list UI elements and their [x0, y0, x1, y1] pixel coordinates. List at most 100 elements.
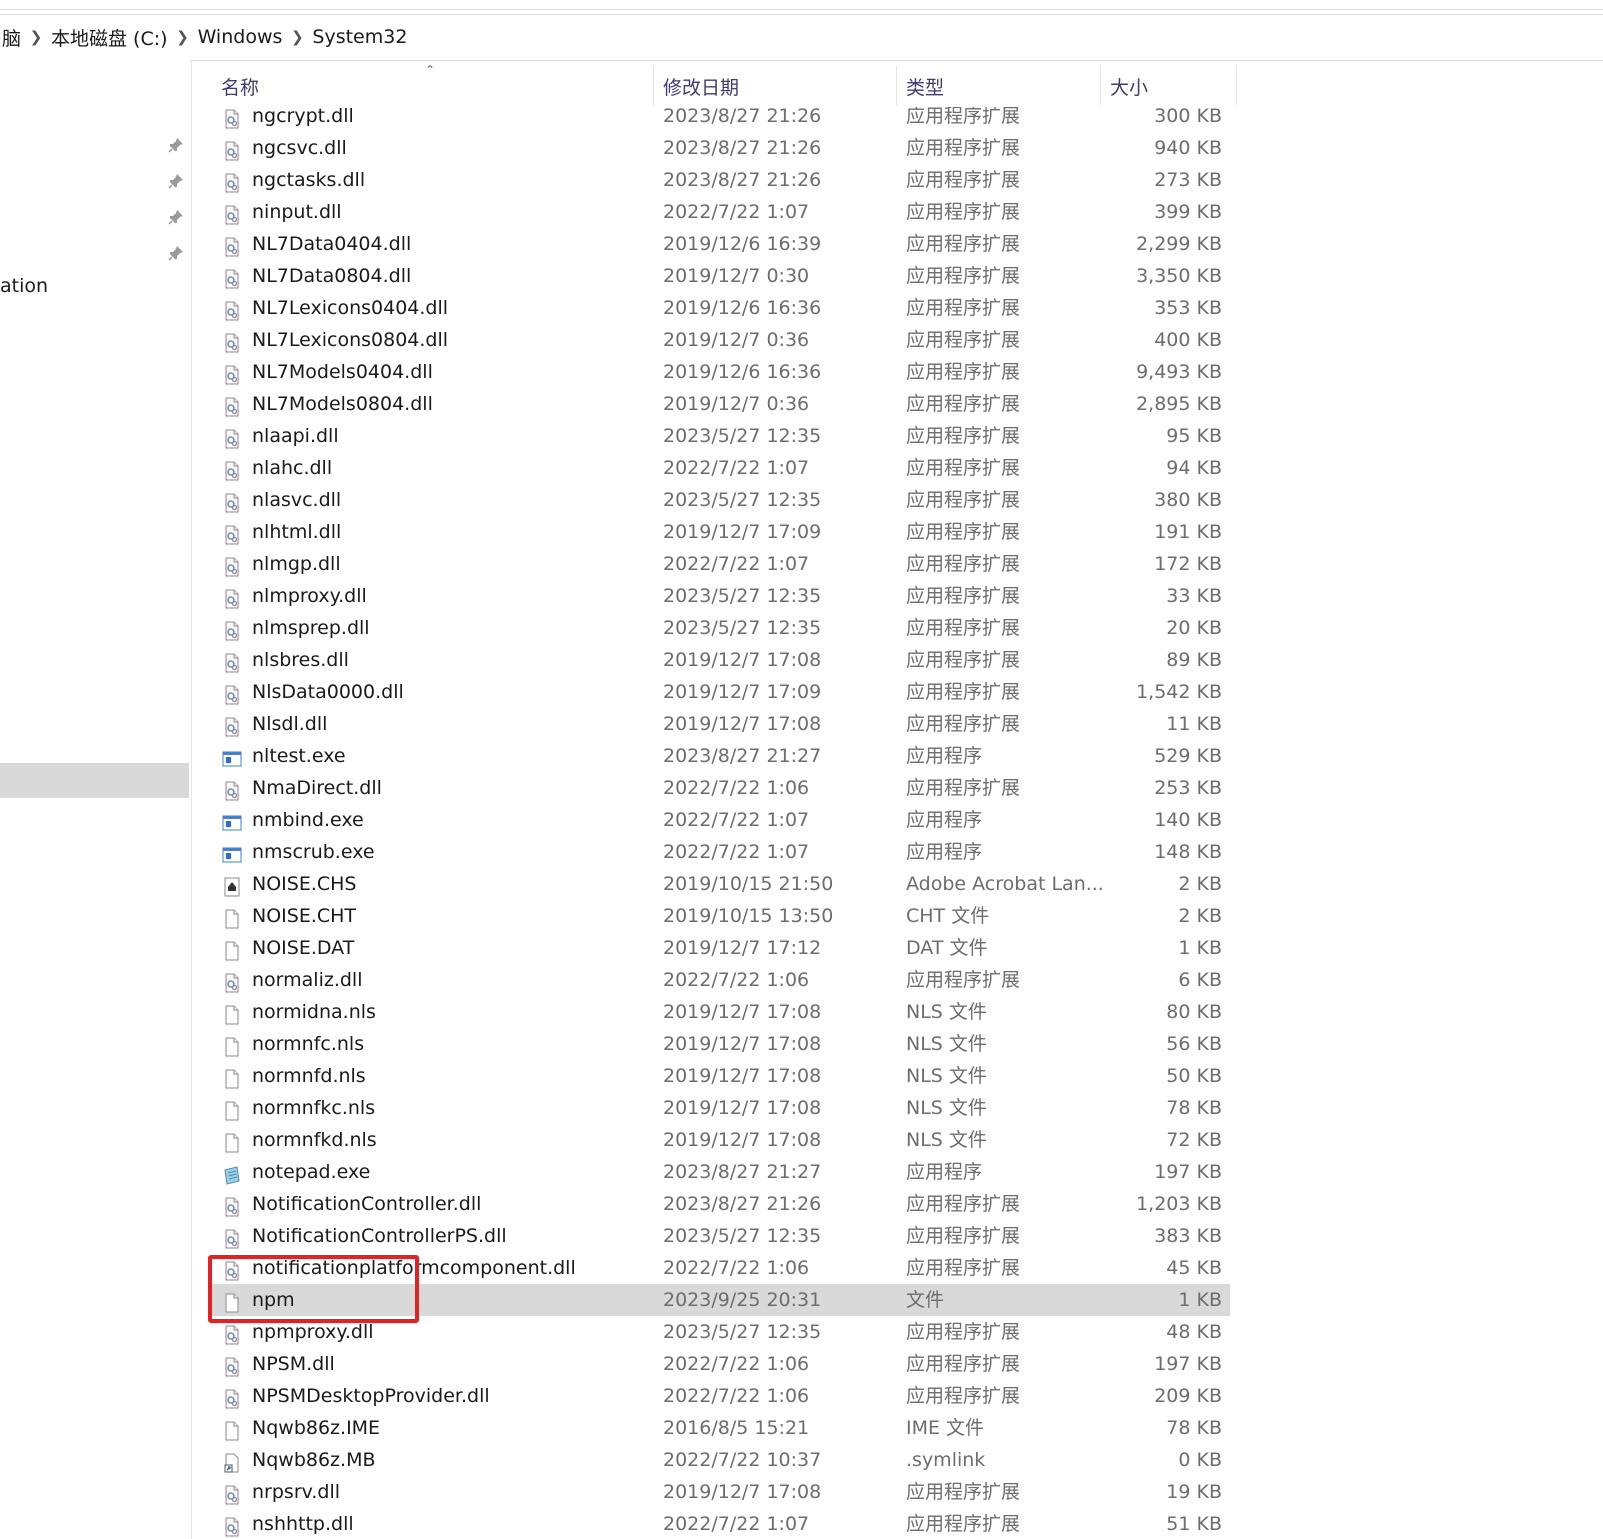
nav-item-selected[interactable] [0, 763, 189, 798]
file-type: 应用程序 [906, 841, 983, 863]
file-size: 209 KB [1154, 1385, 1222, 1407]
file-name: normaliz.dll [252, 969, 363, 991]
file-name: NPSM.dll [252, 1353, 335, 1375]
file-icon [222, 907, 242, 929]
file-icon [222, 1131, 242, 1153]
file-row[interactable]: NOISE.CHT 2019/10/15 13:50 CHT 文件 2 KB [210, 900, 1230, 932]
file-row[interactable]: normnfd.nls 2019/12/7 17:08 NLS 文件 50 KB [210, 1060, 1230, 1092]
file-row[interactable]: NlsData0000.dll 2019/12/7 17:09 应用程序扩展 1,54… [210, 676, 1230, 708]
pin-icon[interactable] [167, 172, 185, 190]
dll-icon [222, 971, 242, 993]
file-name: nlmsprep.dll [252, 617, 370, 639]
dll-icon [222, 619, 242, 641]
file-row[interactable]: nlmgp.dll 2022/7/22 1:07 应用程序扩展 172 KB [210, 548, 1230, 580]
file-type: 应用程序扩展 [906, 329, 1021, 351]
column-divider[interactable] [1100, 66, 1101, 106]
file-row[interactable]: NotificationController.dll 2023/8/27 21:2… [210, 1188, 1230, 1220]
chevron-right-icon[interactable]: ❯ [170, 28, 196, 46]
file-name: nltest.exe [252, 745, 346, 767]
file-size: 19 KB [1166, 1481, 1222, 1503]
file-row[interactable]: ngcsvc.dll 2023/8/27 21:26 应用程序扩展 940 KB [210, 132, 1230, 164]
exe-icon [222, 747, 242, 767]
column-divider[interactable] [1236, 66, 1237, 106]
breadcrumb-item-this-pc[interactable]: 脑 [0, 24, 23, 51]
file-row[interactable]: nlmproxy.dll 2023/5/27 12:35 应用程序扩展 33 KB [210, 580, 1230, 612]
file-row[interactable]: nlasvc.dll 2023/5/27 12:35 应用程序扩展 380 KB [210, 484, 1230, 516]
file-row[interactable]: notepad.exe 2023/8/27 21:27 应用程序 197 KB [210, 1156, 1230, 1188]
file-size: 45 KB [1166, 1257, 1222, 1279]
file-modified-date: 2022/7/22 10:37 [663, 1449, 822, 1471]
file-modified-date: 2023/5/27 12:35 [663, 1321, 822, 1343]
chevron-right-icon[interactable]: ❯ [23, 28, 49, 46]
file-row[interactable]: ninput.dll 2022/7/22 1:07 应用程序扩展 399 KB [210, 196, 1230, 228]
dll-icon [222, 267, 242, 289]
file-row[interactable]: nlhtml.dll 2019/12/7 17:09 应用程序扩展 191 KB [210, 516, 1230, 548]
pane-divider[interactable] [191, 60, 192, 1539]
file-row[interactable]: normidna.nls 2019/12/7 17:08 NLS 文件 80 KB [210, 996, 1230, 1028]
file-size: 197 KB [1154, 1161, 1222, 1183]
column-header-type[interactable]: 类型 [906, 66, 944, 106]
file-type: 应用程序扩展 [906, 361, 1021, 383]
file-row[interactable]: NmaDirect.dll 2022/7/22 1:06 应用程序扩展 253 KB [210, 772, 1230, 804]
column-divider[interactable] [653, 66, 654, 106]
file-row[interactable]: nlmsprep.dll 2023/5/27 12:35 应用程序扩展 20 KB [210, 612, 1230, 644]
file-name: nmbind.exe [252, 809, 364, 831]
file-row[interactable]: NL7Lexicons0404.dll 2019/12/6 16:36 应用程序扩展… [210, 292, 1230, 324]
file-row[interactable]: normnfc.nls 2019/12/7 17:08 NLS 文件 56 KB [210, 1028, 1230, 1060]
file-row[interactable]: NL7Models0804.dll 2019/12/7 0:36 应用程序扩展 2,8… [210, 388, 1230, 420]
file-row[interactable]: nrpsrv.dll 2019/12/7 17:08 应用程序扩展 19 KB [210, 1476, 1230, 1508]
file-row[interactable]: Nlsdl.dll 2019/12/7 17:08 应用程序扩展 11 KB [210, 708, 1230, 740]
file-type: 应用程序扩展 [906, 969, 1021, 991]
file-size: 95 KB [1166, 425, 1222, 447]
dll-icon [222, 1387, 242, 1409]
file-row[interactable]: nlsbres.dll 2019/12/7 17:08 应用程序扩展 89 KB [210, 644, 1230, 676]
file-type: 应用程序扩展 [906, 1321, 1021, 1343]
file-row[interactable]: ngctasks.dll 2023/8/27 21:26 应用程序扩展 273 KB [210, 164, 1230, 196]
file-type: 应用程序扩展 [906, 1385, 1021, 1407]
file-row[interactable]: NL7Data0404.dll 2019/12/6 16:39 应用程序扩展 2,29… [210, 228, 1230, 260]
file-row[interactable]: NL7Lexicons0804.dll 2019/12/7 0:36 应用程序扩展 4… [210, 324, 1230, 356]
file-row[interactable]: NPSMDesktopProvider.dll 2022/7/22 1:06 应用程… [210, 1380, 1230, 1412]
file-row[interactable]: Nqwb86z.IME 2016/8/5 15:21 IME 文件 78 KB [210, 1412, 1230, 1444]
file-row[interactable]: nmscrub.exe 2022/7/22 1:07 应用程序 148 KB [210, 836, 1230, 868]
file-modified-date: 2019/12/7 17:09 [663, 681, 822, 703]
file-row[interactable]: NL7Models0404.dll 2019/12/6 16:36 应用程序扩展 9,… [210, 356, 1230, 388]
breadcrumb-item-system32[interactable]: System32 [310, 26, 409, 48]
file-name: NL7Data0804.dll [252, 265, 412, 287]
file-row[interactable]: NOISE.CHS 2019/10/15 21:50 Adobe Acrobat L… [210, 868, 1230, 900]
file-row[interactable]: nlahc.dll 2022/7/22 1:07 应用程序扩展 94 KB [210, 452, 1230, 484]
file-row[interactable]: nmbind.exe 2022/7/22 1:07 应用程序 140 KB [210, 804, 1230, 836]
dll-icon [222, 331, 242, 353]
file-row[interactable]: nlaapi.dll 2023/5/27 12:35 应用程序扩展 95 KB [210, 420, 1230, 452]
nav-item-label[interactable]: ation [0, 275, 48, 297]
highlight-annotation [208, 1255, 419, 1323]
file-row[interactable]: normnfkc.nls 2019/12/7 17:08 NLS 文件 78 KB [210, 1092, 1230, 1124]
notepad-icon [222, 1163, 242, 1185]
file-row[interactable]: Nqwb86z.MB 2022/7/22 10:37 .symlink 0 KB [210, 1444, 1230, 1476]
file-size: 253 KB [1154, 777, 1222, 799]
file-row[interactable]: nltest.exe 2023/8/27 21:27 应用程序 529 KB [210, 740, 1230, 772]
file-row[interactable]: ngcrypt.dll 2023/8/27 21:26 应用程序扩展 300 KB [210, 107, 1230, 132]
column-header-name[interactable]: 名称 [221, 66, 259, 106]
file-type: 应用程序扩展 [906, 297, 1021, 319]
file-row[interactable]: normaliz.dll 2022/7/22 1:06 应用程序扩展 6 KB [210, 964, 1230, 996]
chevron-right-icon[interactable]: ❯ [284, 28, 310, 46]
column-header-date[interactable]: 修改日期 [663, 66, 739, 106]
breadcrumb-item-local-disk[interactable]: 本地磁盘 (C:) [49, 24, 170, 51]
file-type: 应用程序扩展 [906, 107, 1021, 127]
file-row[interactable]: NotificationControllerPS.dll 2023/5/27 12… [210, 1220, 1230, 1252]
file-type: 应用程序扩展 [906, 681, 1021, 703]
breadcrumb-item-windows[interactable]: Windows [196, 26, 285, 48]
file-row[interactable]: NPSM.dll 2022/7/22 1:06 应用程序扩展 197 KB [210, 1348, 1230, 1380]
file-row[interactable]: nshhttp.dll 2022/7/22 1:07 应用程序扩展 51 KB [210, 1508, 1230, 1539]
pin-icon[interactable] [167, 244, 185, 262]
file-row[interactable]: normnfkd.nls 2019/12/7 17:08 NLS 文件 72 KB [210, 1124, 1230, 1156]
file-row[interactable]: NOISE.DAT 2019/12/7 17:12 DAT 文件 1 KB [210, 932, 1230, 964]
column-divider[interactable] [896, 66, 897, 106]
pin-icon[interactable] [167, 208, 185, 226]
file-name: ngcrypt.dll [252, 107, 354, 127]
file-row[interactable]: NL7Data0804.dll 2019/12/7 0:30 应用程序扩展 3,350… [210, 260, 1230, 292]
column-header-size[interactable]: 大小 [1110, 66, 1148, 106]
file-size: 172 KB [1154, 553, 1222, 575]
pin-icon[interactable] [167, 136, 185, 154]
